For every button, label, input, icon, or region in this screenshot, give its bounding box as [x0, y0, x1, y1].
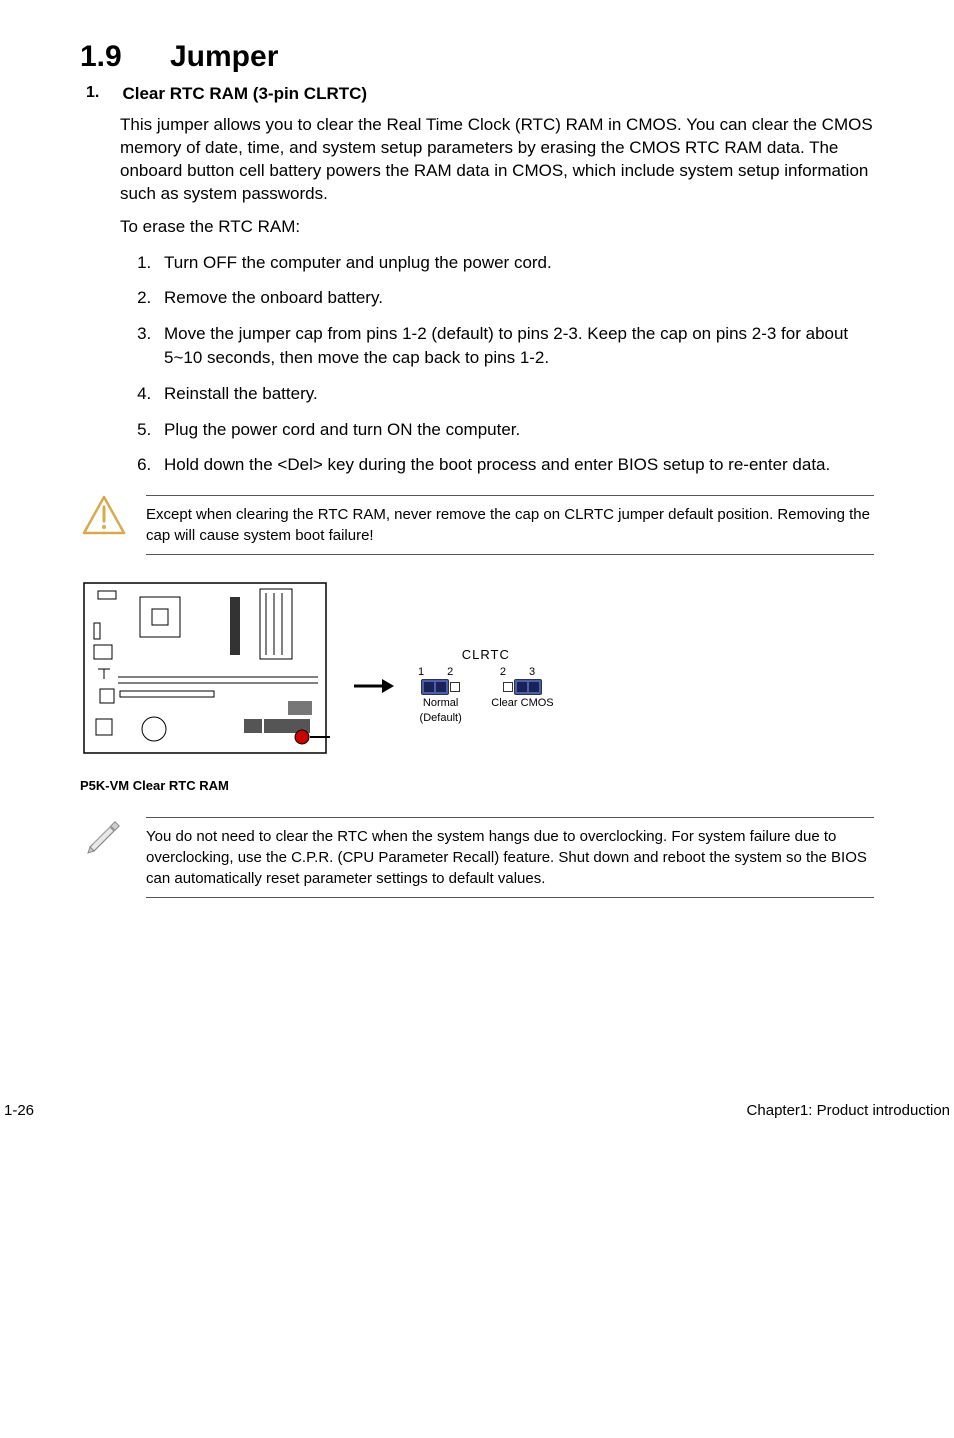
jumper-settings-illustration: CLRTC 1 2 Normal (Default) 2 3 Clear CMO… — [418, 647, 554, 725]
jumper-mode-label: Clear CMOS — [491, 697, 553, 710]
ordered-item-header: 1. Clear RTC RAM (3-pin CLRTC) — [80, 84, 874, 104]
item-number: 1. — [86, 84, 118, 102]
diagram-caption: P5K-VM Clear RTC RAM — [80, 778, 330, 793]
step-item: Reinstall the battery. — [156, 382, 874, 406]
section-title: Jumper — [170, 40, 278, 73]
pin-numbers: 1 2 — [418, 666, 463, 678]
section-heading: 1.9Jumper — [80, 40, 874, 74]
note-text: You do not need to clear the RTC when th… — [146, 817, 874, 898]
step-item: Remove the onboard battery. — [156, 286, 874, 310]
intro-paragraph: This jumper allows you to clear the Real… — [120, 114, 874, 206]
motherboard-schematic-icon — [80, 579, 330, 769]
jumper-mode-sublabel: (Default) — [420, 712, 462, 725]
jumper-clear: 2 3 Clear CMOS — [491, 666, 553, 725]
jumper-normal: 1 2 Normal (Default) — [418, 666, 463, 725]
warning-callout: Except when clearing the RTC RAM, never … — [80, 495, 874, 555]
step-item: Hold down the <Del> key during the boot … — [156, 453, 874, 477]
note-callout: You do not need to clear the RTC when th… — [80, 817, 874, 898]
item-title: Clear RTC RAM (3-pin CLRTC) — [122, 84, 367, 103]
pin-numbers: 2 3 — [500, 666, 545, 678]
jumper-mode-label: Normal — [423, 697, 458, 710]
step-item: Plug the power cord and turn ON the comp… — [156, 418, 874, 442]
footer-chapter: Chapter1: Product introduction — [747, 1102, 950, 1119]
jumper-diagram: P5K-VM Clear RTC RAM CLRTC 1 2 Normal (D… — [80, 579, 874, 793]
warning-text: Except when clearing the RTC RAM, never … — [146, 495, 874, 555]
arrow-right-icon — [354, 677, 394, 695]
steps-list: Turn OFF the computer and unplug the pow… — [120, 251, 874, 478]
warning-icon — [80, 495, 128, 535]
step-item: Move the jumper cap from pins 1-2 (defau… — [156, 322, 874, 370]
jumper-header-label: CLRTC — [418, 647, 554, 662]
section-number: 1.9 — [80, 40, 170, 74]
step-item: Turn OFF the computer and unplug the pow… — [156, 251, 874, 275]
steps-intro: To erase the RTC RAM: — [120, 216, 874, 239]
pencil-icon — [80, 817, 128, 857]
page-number: 1-26 — [4, 1102, 34, 1119]
